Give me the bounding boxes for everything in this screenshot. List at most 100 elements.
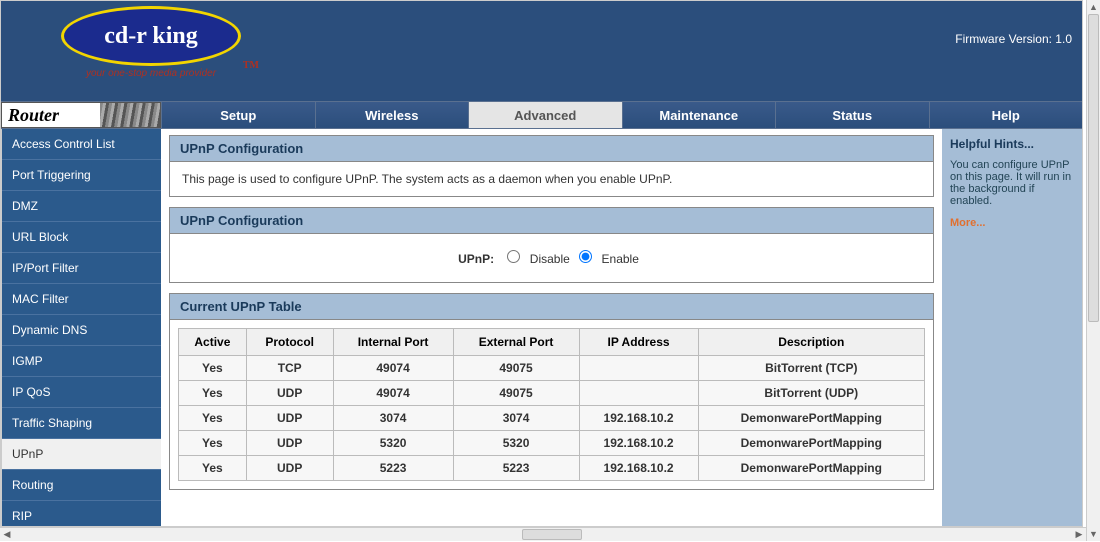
intro-text: This page is used to configure UPnP. The… bbox=[170, 162, 933, 196]
intro-panel: UPnP Configuration This page is used to … bbox=[169, 135, 934, 197]
upnp-disable-radio[interactable] bbox=[507, 250, 520, 263]
column-header: Protocol bbox=[246, 329, 333, 356]
tab-status[interactable]: Status bbox=[775, 102, 929, 128]
upnp-enable-label[interactable]: Enable bbox=[602, 252, 639, 266]
table-cell: UDP bbox=[246, 431, 333, 456]
table-cell: 5223 bbox=[453, 456, 579, 481]
table-row: YesUDP30743074192.168.10.2DemonwarePortM… bbox=[179, 406, 925, 431]
horizontal-scrollbar[interactable]: ◀ ▶ bbox=[0, 527, 1086, 541]
logo-oval: cd-r king TM bbox=[61, 6, 241, 66]
table-title: Current UPnP Table bbox=[170, 294, 933, 320]
column-header: Active bbox=[179, 329, 247, 356]
upnp-label: UPnP: bbox=[458, 252, 494, 266]
main-content: UPnP Configuration This page is used to … bbox=[161, 129, 942, 526]
hscroll-thumb[interactable] bbox=[522, 529, 582, 540]
tab-advanced[interactable]: Advanced bbox=[468, 102, 622, 128]
table-cell: Yes bbox=[179, 431, 247, 456]
column-header: Internal Port bbox=[333, 329, 453, 356]
scroll-left-icon[interactable]: ◀ bbox=[0, 528, 14, 542]
table-cell: 3074 bbox=[453, 406, 579, 431]
table-cell: 192.168.10.2 bbox=[579, 431, 698, 456]
body-row: Access Control ListPort TriggeringDMZURL… bbox=[1, 129, 1082, 526]
table-cell: 49074 bbox=[333, 381, 453, 406]
table-cell: UDP bbox=[246, 456, 333, 481]
sidebar-item-igmp[interactable]: IGMP bbox=[2, 346, 161, 377]
hints-title: Helpful Hints... bbox=[950, 137, 1074, 151]
table-cell: UDP bbox=[246, 381, 333, 406]
column-header: Description bbox=[698, 329, 924, 356]
sidebar-item-access-control-list[interactable]: Access Control List bbox=[2, 129, 161, 160]
sidebar-item-rip[interactable]: RIP bbox=[2, 501, 161, 526]
sidebar-item-url-block[interactable]: URL Block bbox=[2, 222, 161, 253]
logo-text: cd-r king bbox=[104, 23, 198, 50]
table-cell: BitTorrent (TCP) bbox=[698, 356, 924, 381]
upnp-radio-row: UPnP: Disable Enable bbox=[182, 244, 921, 272]
scroll-down-icon[interactable]: ▼ bbox=[1087, 527, 1100, 541]
table-cell: 192.168.10.2 bbox=[579, 406, 698, 431]
sidebar-item-port-triggering[interactable]: Port Triggering bbox=[2, 160, 161, 191]
router-text: Router bbox=[8, 105, 59, 126]
table-cell: Yes bbox=[179, 381, 247, 406]
logo-trademark: TM bbox=[243, 60, 259, 71]
table-cell: DemonwarePortMapping bbox=[698, 406, 924, 431]
top-nav: Router SetupWirelessAdvancedMaintenanceS… bbox=[1, 101, 1082, 129]
vertical-scrollbar[interactable]: ▲ ▼ bbox=[1086, 0, 1100, 541]
router-stripes-decoration bbox=[100, 103, 160, 127]
scroll-right-icon[interactable]: ▶ bbox=[1072, 528, 1086, 542]
column-header: IP Address bbox=[579, 329, 698, 356]
table-cell: 3074 bbox=[333, 406, 453, 431]
upnp-table: ActiveProtocolInternal PortExternal Port… bbox=[178, 328, 925, 481]
table-cell: 192.168.10.2 bbox=[579, 456, 698, 481]
table-cell: BitTorrent (UDP) bbox=[698, 381, 924, 406]
config-title: UPnP Configuration bbox=[170, 208, 933, 234]
hscroll-track[interactable] bbox=[14, 528, 1072, 541]
upnp-enable-radio[interactable] bbox=[579, 250, 592, 263]
sidebar-item-dynamic-dns[interactable]: Dynamic DNS bbox=[2, 315, 161, 346]
table-cell: Yes bbox=[179, 406, 247, 431]
vscroll-track[interactable] bbox=[1087, 14, 1100, 527]
sidebar-item-ip-port-filter[interactable]: IP/Port Filter bbox=[2, 253, 161, 284]
tab-setup[interactable]: Setup bbox=[161, 102, 315, 128]
table-cell bbox=[579, 381, 698, 406]
sidebar-item-routing[interactable]: Routing bbox=[2, 470, 161, 501]
config-panel: UPnP Configuration UPnP: Disable Enable bbox=[169, 207, 934, 283]
table-cell: UDP bbox=[246, 406, 333, 431]
tab-help[interactable]: Help bbox=[929, 102, 1083, 128]
table-cell bbox=[579, 356, 698, 381]
sidebar-item-ip-qos[interactable]: IP QoS bbox=[2, 377, 161, 408]
table-cell: DemonwarePortMapping bbox=[698, 431, 924, 456]
firmware-version: Firmware Version: 1.0 bbox=[955, 32, 1072, 46]
table-cell: Yes bbox=[179, 356, 247, 381]
table-row: YesUDP53205320192.168.10.2DemonwarePortM… bbox=[179, 431, 925, 456]
upnp-disable-label[interactable]: Disable bbox=[530, 252, 570, 266]
hints-column: Helpful Hints... You can configure UPnP … bbox=[942, 129, 1082, 526]
sidebar-item-dmz[interactable]: DMZ bbox=[2, 191, 161, 222]
table-cell: TCP bbox=[246, 356, 333, 381]
table-cell: 5223 bbox=[333, 456, 453, 481]
scroll-up-icon[interactable]: ▲ bbox=[1087, 0, 1100, 14]
table-cell: 49075 bbox=[453, 356, 579, 381]
table-cell: 5320 bbox=[453, 431, 579, 456]
table-row: YesTCP4907449075 BitTorrent (TCP) bbox=[179, 356, 925, 381]
table-row: YesUDP4907449075 BitTorrent (UDP) bbox=[179, 381, 925, 406]
vscroll-thumb[interactable] bbox=[1088, 14, 1099, 322]
sidebar-item-traffic-shaping[interactable]: Traffic Shaping bbox=[2, 408, 161, 439]
router-label: Router bbox=[1, 102, 161, 128]
table-cell: 49075 bbox=[453, 381, 579, 406]
table-cell: Yes bbox=[179, 456, 247, 481]
tab-wireless[interactable]: Wireless bbox=[315, 102, 469, 128]
table-panel: Current UPnP Table ActiveProtocolInterna… bbox=[169, 293, 934, 490]
table-cell: 49074 bbox=[333, 356, 453, 381]
table-row: YesUDP52235223192.168.10.2DemonwarePortM… bbox=[179, 456, 925, 481]
sidebar-item-mac-filter[interactable]: MAC Filter bbox=[2, 284, 161, 315]
brand-logo: cd-r king TM your one-stop media provide… bbox=[61, 6, 241, 79]
hints-more-link[interactable]: More... bbox=[950, 217, 1074, 229]
column-header: External Port bbox=[453, 329, 579, 356]
sidebar: Access Control ListPort TriggeringDMZURL… bbox=[1, 129, 161, 526]
hints-text: You can configure UPnP on this page. It … bbox=[950, 159, 1074, 207]
sidebar-item-upnp[interactable]: UPnP bbox=[2, 439, 161, 470]
table-cell: DemonwarePortMapping bbox=[698, 456, 924, 481]
page-header: cd-r king TM your one-stop media provide… bbox=[1, 1, 1082, 101]
tab-maintenance[interactable]: Maintenance bbox=[622, 102, 776, 128]
logo-tagline: your one-stop media provider bbox=[61, 68, 241, 79]
